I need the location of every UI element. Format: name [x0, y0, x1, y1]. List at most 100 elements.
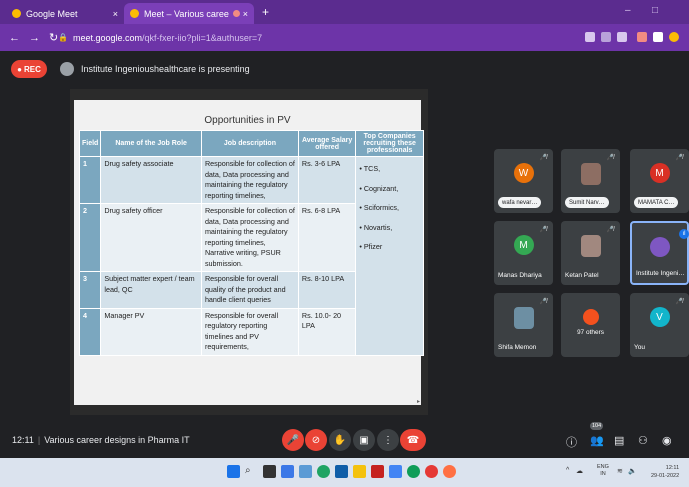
- host-controls-icon[interactable]: ◉: [662, 434, 672, 447]
- salary-cell: Rs. 6-8 LPA: [297, 203, 357, 272]
- lang-code: ENG: [597, 464, 609, 470]
- volume-icon[interactable]: 🔈: [628, 467, 637, 475]
- participant-tile[interactable]: 🎤̸ Ketan Patel: [561, 221, 620, 285]
- language-indicator[interactable]: ENG IN: [597, 464, 609, 478]
- separator: |: [37, 435, 41, 445]
- pointer-caret-icon: ▸: [417, 399, 421, 405]
- camera-icon[interactable]: [585, 32, 595, 42]
- job-roles-table: Field Name of the Job Role Job descripti…: [78, 130, 424, 356]
- new-tab-button[interactable]: +: [262, 5, 269, 19]
- presenter-avatar: [60, 62, 74, 76]
- browser-titlebar: Google Meet × Meet – Various career desi…: [0, 0, 689, 24]
- presenting-status: Institute Ingenioushealthcare is present…: [81, 64, 250, 74]
- meet-favicon-icon: [130, 9, 139, 18]
- field-cell: 1: [78, 156, 102, 204]
- recording-indicator-icon: [233, 10, 240, 17]
- meeting-controls-bar: 12:11 | Various career designs in Pharma I…: [0, 420, 689, 458]
- mic-off-icon: 🎤̸: [539, 227, 547, 233]
- participant-tile[interactable]: 🎤̸ W wafa nevar…: [494, 149, 553, 213]
- cloud-icon[interactable]: ☁: [576, 467, 583, 475]
- tab-close-icon[interactable]: ×: [113, 9, 118, 19]
- task-view-icon[interactable]: [263, 465, 276, 478]
- camera-off-button[interactable]: ⊘: [305, 429, 327, 451]
- clock-time: 12:11: [665, 465, 680, 471]
- description-cell: Responsible for overall quality of the p…: [200, 271, 299, 309]
- reload-icon[interactable]: ↻: [49, 31, 58, 44]
- chrome-icon[interactable]: [407, 465, 420, 478]
- widgets-icon[interactable]: [281, 465, 294, 478]
- extension-icon[interactable]: [653, 32, 663, 42]
- windows-start-icon[interactable]: [227, 465, 240, 478]
- avatar: [513, 307, 534, 329]
- meet-favicon-icon: [12, 9, 21, 18]
- leave-call-button[interactable]: ☎: [400, 429, 426, 451]
- profile-avatar[interactable]: [669, 32, 679, 42]
- present-button[interactable]: ▣: [353, 429, 375, 451]
- field-cell: 3: [78, 271, 102, 309]
- share-icon[interactable]: [601, 32, 611, 42]
- bookmark-star-icon[interactable]: [617, 32, 627, 42]
- mic-off-button[interactable]: 🎤: [282, 429, 304, 451]
- participant-tile[interactable]: 🎤̸ Shifa Memon: [494, 293, 553, 357]
- people-icon[interactable]: 👥: [590, 434, 604, 447]
- app-icon[interactable]: [389, 465, 402, 478]
- url-field[interactable]: 🔒 meet.google.com /qkf-fxer-iio?pli=1&au…: [58, 28, 558, 47]
- more-options-button[interactable]: ⋮: [377, 429, 399, 451]
- maximize-button[interactable]: □: [652, 5, 658, 16]
- participant-name: Sumit Narv…: [565, 197, 609, 208]
- salary-cell: Rs. 8-10 LPA: [297, 271, 357, 309]
- wifi-icon[interactable]: ≋: [617, 467, 623, 475]
- store-icon[interactable]: [335, 465, 348, 478]
- company-item: Pfizer: [359, 242, 420, 253]
- tray-chevron-icon[interactable]: ^: [566, 467, 569, 474]
- forward-arrow-icon[interactable]: →: [29, 32, 40, 44]
- meeting-title: Various career designs in Pharma IT: [44, 435, 190, 445]
- participant-tile[interactable]: 🎤̸ M MAMATA C…: [630, 149, 689, 213]
- raise-hand-button[interactable]: ✋: [329, 429, 351, 451]
- mic-off-icon: 🎤̸: [539, 155, 547, 161]
- office-icon[interactable]: [371, 465, 384, 478]
- chat-icon[interactable]: ▤: [614, 434, 624, 447]
- clock-date: 29-01-2022: [651, 473, 680, 479]
- speaking-indicator-icon: ıl: [679, 229, 689, 239]
- participant-tile-others[interactable]: 97 others: [561, 293, 620, 357]
- companies-cell: TCS, Cognizant, Sciformics, Novartis, Pf…: [355, 156, 424, 356]
- extension-icon[interactable]: [637, 32, 647, 42]
- app-icon[interactable]: [443, 465, 456, 478]
- description-cell: Responsible for overall regulatory repor…: [200, 307, 299, 356]
- chat-app-icon[interactable]: [299, 465, 312, 478]
- participant-tile[interactable]: 🎤̸ Sumit Narv…: [561, 149, 620, 213]
- avatar: M: [649, 163, 670, 183]
- windows-taskbar: ⌕ ^ ☁ ENG IN ≋ 🔈 12:11 29-01-2022: [0, 458, 689, 487]
- company-item: Sciformics,: [359, 203, 420, 214]
- participant-tile-presenter[interactable]: ıl Institute Ingeni…: [630, 221, 689, 285]
- info-icon[interactable]: ⓘ: [566, 434, 577, 450]
- avatar: W: [513, 163, 534, 183]
- mic-off-icon: 🎤̸: [539, 299, 547, 305]
- tab-label: Google Meet: [26, 8, 78, 19]
- mic-off-icon: 🎤̸: [606, 155, 614, 161]
- tab-google-meet[interactable]: Google Meet ×: [6, 3, 124, 24]
- edge-icon[interactable]: [317, 465, 330, 478]
- participant-name: wafa nevar…: [498, 197, 542, 208]
- role-cell: Subject matter expert / team lead, QC: [100, 271, 202, 309]
- avatar: V: [649, 307, 670, 327]
- tab-meet-session[interactable]: Meet – Various career desig… ×: [124, 3, 254, 24]
- file-explorer-icon[interactable]: [353, 465, 366, 478]
- back-arrow-icon[interactable]: ←: [9, 32, 20, 44]
- search-icon[interactable]: ⌕: [245, 465, 258, 478]
- company-item: Cognizant,: [359, 184, 420, 195]
- role-cell: Manager PV: [100, 307, 202, 356]
- tab-close-icon[interactable]: ×: [243, 9, 248, 19]
- participant-tile[interactable]: 🎤̸ M Manas Dhariya: [494, 221, 553, 285]
- participant-tile-self[interactable]: 🎤̸ V You: [630, 293, 689, 357]
- rec-label: REC: [23, 64, 41, 74]
- role-cell: Drug safety associate: [100, 156, 202, 204]
- app-icon[interactable]: [425, 465, 438, 478]
- system-clock[interactable]: 12:11 29-01-2022: [651, 464, 679, 480]
- tab-label: Meet – Various career desig…: [144, 8, 229, 19]
- minimize-button[interactable]: –: [625, 5, 631, 16]
- participant-name: Shifa Memon: [498, 344, 537, 351]
- activities-icon[interactable]: ⚇: [638, 434, 648, 447]
- role-cell: Drug safety officer: [100, 203, 202, 272]
